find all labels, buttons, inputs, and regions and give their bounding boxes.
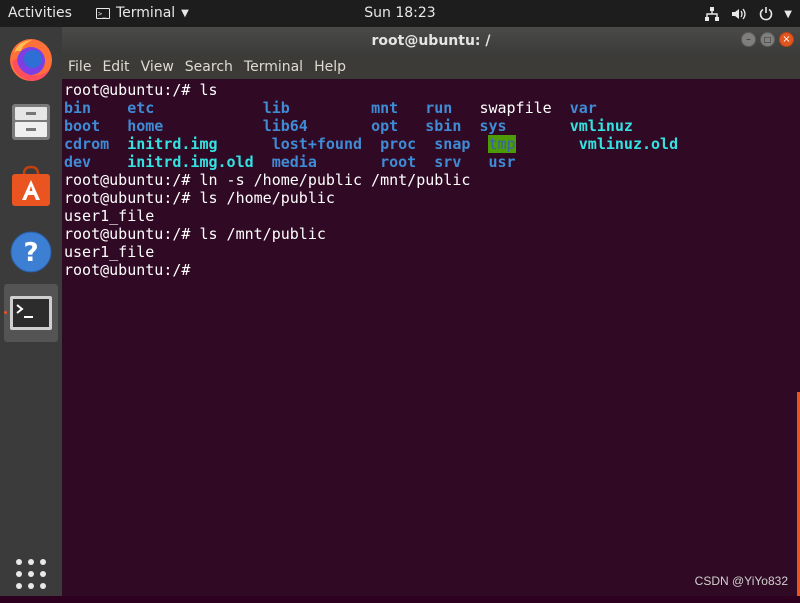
close-button[interactable]: × (779, 32, 794, 47)
ls-entry: dev (64, 153, 92, 171)
terminal-text: root@ubuntu:/# ls bin etc lib mnt run sw… (64, 81, 678, 279)
chevron-down-icon: ▼ (181, 7, 189, 19)
ls-entry: usr (488, 153, 516, 171)
system-tray[interactable]: ▼ (704, 3, 792, 25)
help-icon: ? (10, 231, 52, 273)
ls-entry: sys (479, 117, 507, 135)
menu-terminal[interactable]: Terminal (244, 59, 303, 75)
terminal-line: root@ubuntu:/# ls /home/public (64, 189, 335, 207)
window-title: root@ubuntu: / (371, 33, 491, 49)
maximize-button[interactable]: □ (760, 32, 775, 47)
ls-entry: opt (371, 117, 399, 135)
ls-entry: vmlinuz.old (578, 135, 679, 153)
minimize-icon: – (746, 33, 751, 45)
terminal-line: user1_file (64, 243, 155, 261)
software-bag-icon (12, 165, 50, 206)
svg-text:?: ? (23, 238, 38, 268)
minimize-button[interactable]: – (741, 32, 756, 47)
dock-help[interactable]: ? (4, 223, 58, 281)
watermark: CSDN @YiYo832 (694, 574, 788, 588)
chevron-down-icon[interactable]: ▼ (784, 9, 792, 20)
terminal-line: root@ubuntu:/# ln -s /home/public /mnt/p… (64, 171, 471, 189)
terminal-line: root@ubuntu:/# (64, 261, 191, 279)
ls-entry: vmlinuz (569, 117, 633, 135)
ls-entry: root (380, 153, 417, 171)
menu-edit[interactable]: Edit (102, 59, 129, 75)
ls-entry: proc (380, 135, 417, 153)
menu-file[interactable]: File (68, 59, 91, 75)
ls-entry: etc (127, 99, 155, 117)
terminal-line: root@ubuntu:/# ls /mnt/public (64, 225, 326, 243)
ls-entry: run (425, 99, 453, 117)
close-icon: × (782, 33, 791, 45)
terminal-small-icon: >_ (96, 7, 110, 19)
window-titlebar[interactable]: root@ubuntu: / – □ × (62, 27, 800, 55)
dock-files[interactable] (4, 93, 58, 151)
dock-ubuntu-software[interactable] (4, 157, 58, 215)
ls-entry: initrd.img.old (127, 153, 254, 171)
ls-entry: lib64 (262, 117, 308, 135)
volume-icon[interactable] (730, 6, 748, 22)
firefox-icon (10, 39, 52, 81)
ls-entry: mnt (371, 99, 399, 117)
menu-search[interactable]: Search (185, 59, 233, 75)
ls-entry: snap (434, 135, 471, 153)
dock-terminal[interactable] (4, 284, 58, 342)
dock-firefox[interactable] (4, 31, 58, 89)
ls-entry: boot (64, 117, 101, 135)
top-bar: Activities >_ Terminal ▼ Sun 18:23 ▼ (0, 0, 800, 27)
network-icon[interactable] (704, 6, 720, 22)
menu-view[interactable]: View (141, 59, 174, 75)
ls-entry: var (569, 99, 597, 117)
power-icon[interactable] (758, 6, 774, 22)
dock: ? (0, 27, 62, 596)
clock[interactable]: Sun 18:23 (364, 5, 435, 21)
ls-entry: media (271, 153, 317, 171)
app-grid-icon (16, 559, 46, 589)
ls-entry: lost+found (271, 135, 363, 153)
running-indicator (4, 311, 7, 314)
terminal-line: user1_file (64, 207, 155, 225)
files-icon (12, 104, 50, 140)
ls-entry: home (127, 117, 164, 135)
terminal-icon (10, 296, 52, 330)
app-menu[interactable]: >_ Terminal ▼ (96, 5, 189, 21)
terminal-line: root@ubuntu:/# ls (64, 81, 218, 99)
activities-button[interactable]: Activities (8, 5, 72, 21)
ls-entry: swapfile (479, 99, 552, 117)
menu-help[interactable]: Help (314, 59, 346, 75)
ls-entry: cdrom (64, 135, 110, 153)
ls-entry: bin (64, 99, 92, 117)
maximize-icon: □ (763, 34, 772, 44)
app-menu-label: Terminal (116, 5, 176, 21)
menu-bar: File Edit View Search Terminal Help (62, 55, 800, 79)
terminal-output[interactable]: root@ubuntu:/# ls bin etc lib mnt run sw… (62, 79, 800, 596)
ls-entry: lib (262, 99, 290, 117)
ls-entry: tmp (488, 135, 516, 153)
ls-entry: initrd.img (127, 135, 218, 153)
ls-entry: srv (434, 153, 462, 171)
show-applications-button[interactable] (4, 545, 58, 603)
ls-entry: sbin (425, 117, 462, 135)
terminal-window: root@ubuntu: / – □ × File Edit View Sear… (62, 27, 800, 596)
